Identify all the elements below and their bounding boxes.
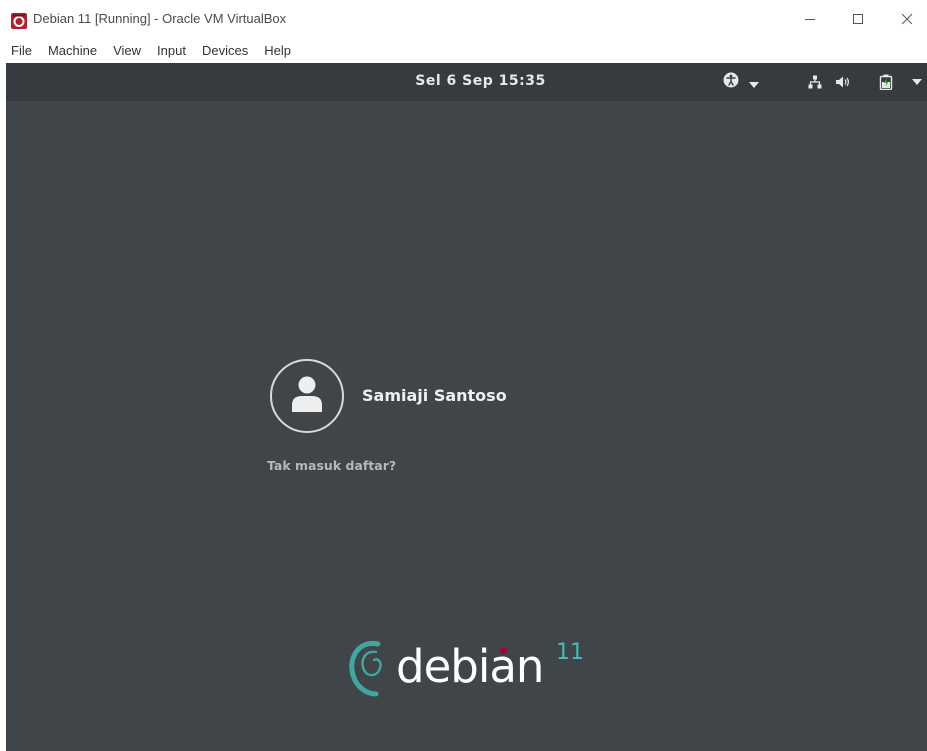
debian-wordmark: debian [396, 640, 544, 693]
menu-view[interactable]: View [113, 43, 141, 58]
avatar [270, 359, 344, 433]
debian-logo: debian 11 [346, 630, 606, 706]
chevron-down-icon [749, 73, 759, 92]
user-name: Samiaji Santoso [362, 386, 507, 405]
clock[interactable]: Sel 6 Sep 15:35 [6, 73, 927, 89]
menu-devices[interactable]: Devices [202, 43, 248, 58]
battery-icon [879, 73, 893, 91]
window-titlebar: Debian 11 [Running] - Oracle VM VirtualB… [0, 0, 927, 38]
menu-input[interactable]: Input [157, 43, 186, 58]
volume-icon [835, 73, 851, 91]
user-list-item[interactable]: Samiaji Santoso [270, 359, 570, 435]
maximize-button[interactable] [838, 6, 878, 32]
virtualbox-icon [11, 13, 27, 29]
chevron-down-icon [912, 73, 922, 91]
network-icon [808, 73, 822, 91]
debian-dot [500, 647, 507, 654]
minimize-icon [804, 10, 816, 29]
system-menu[interactable] [808, 73, 926, 91]
window-title: Debian 11 [Running] - Oracle VM VirtualB… [33, 11, 287, 26]
minimize-button[interactable] [790, 6, 830, 32]
accessibility-menu[interactable] [723, 72, 763, 92]
menu-bar: File Machine View Input Devices Help [0, 38, 927, 62]
menu-help[interactable]: Help [264, 43, 291, 58]
not-listed-button[interactable]: Tak masuk daftar? [267, 458, 396, 473]
close-icon [901, 10, 913, 29]
gnome-top-bar: Sel 6 Sep 15:35 [6, 63, 927, 101]
debian-swirl-icon [346, 630, 394, 706]
menu-file[interactable]: File [11, 43, 32, 58]
debian-version: 11 [556, 640, 584, 665]
accessibility-icon [723, 72, 739, 92]
maximize-icon [852, 10, 864, 29]
vm-display[interactable]: Sel 6 Sep 15:35 Samiaji Santoso Tak masu… [6, 63, 927, 751]
close-button[interactable] [887, 6, 927, 32]
user-icon [290, 375, 324, 417]
menu-machine[interactable]: Machine [48, 43, 97, 58]
